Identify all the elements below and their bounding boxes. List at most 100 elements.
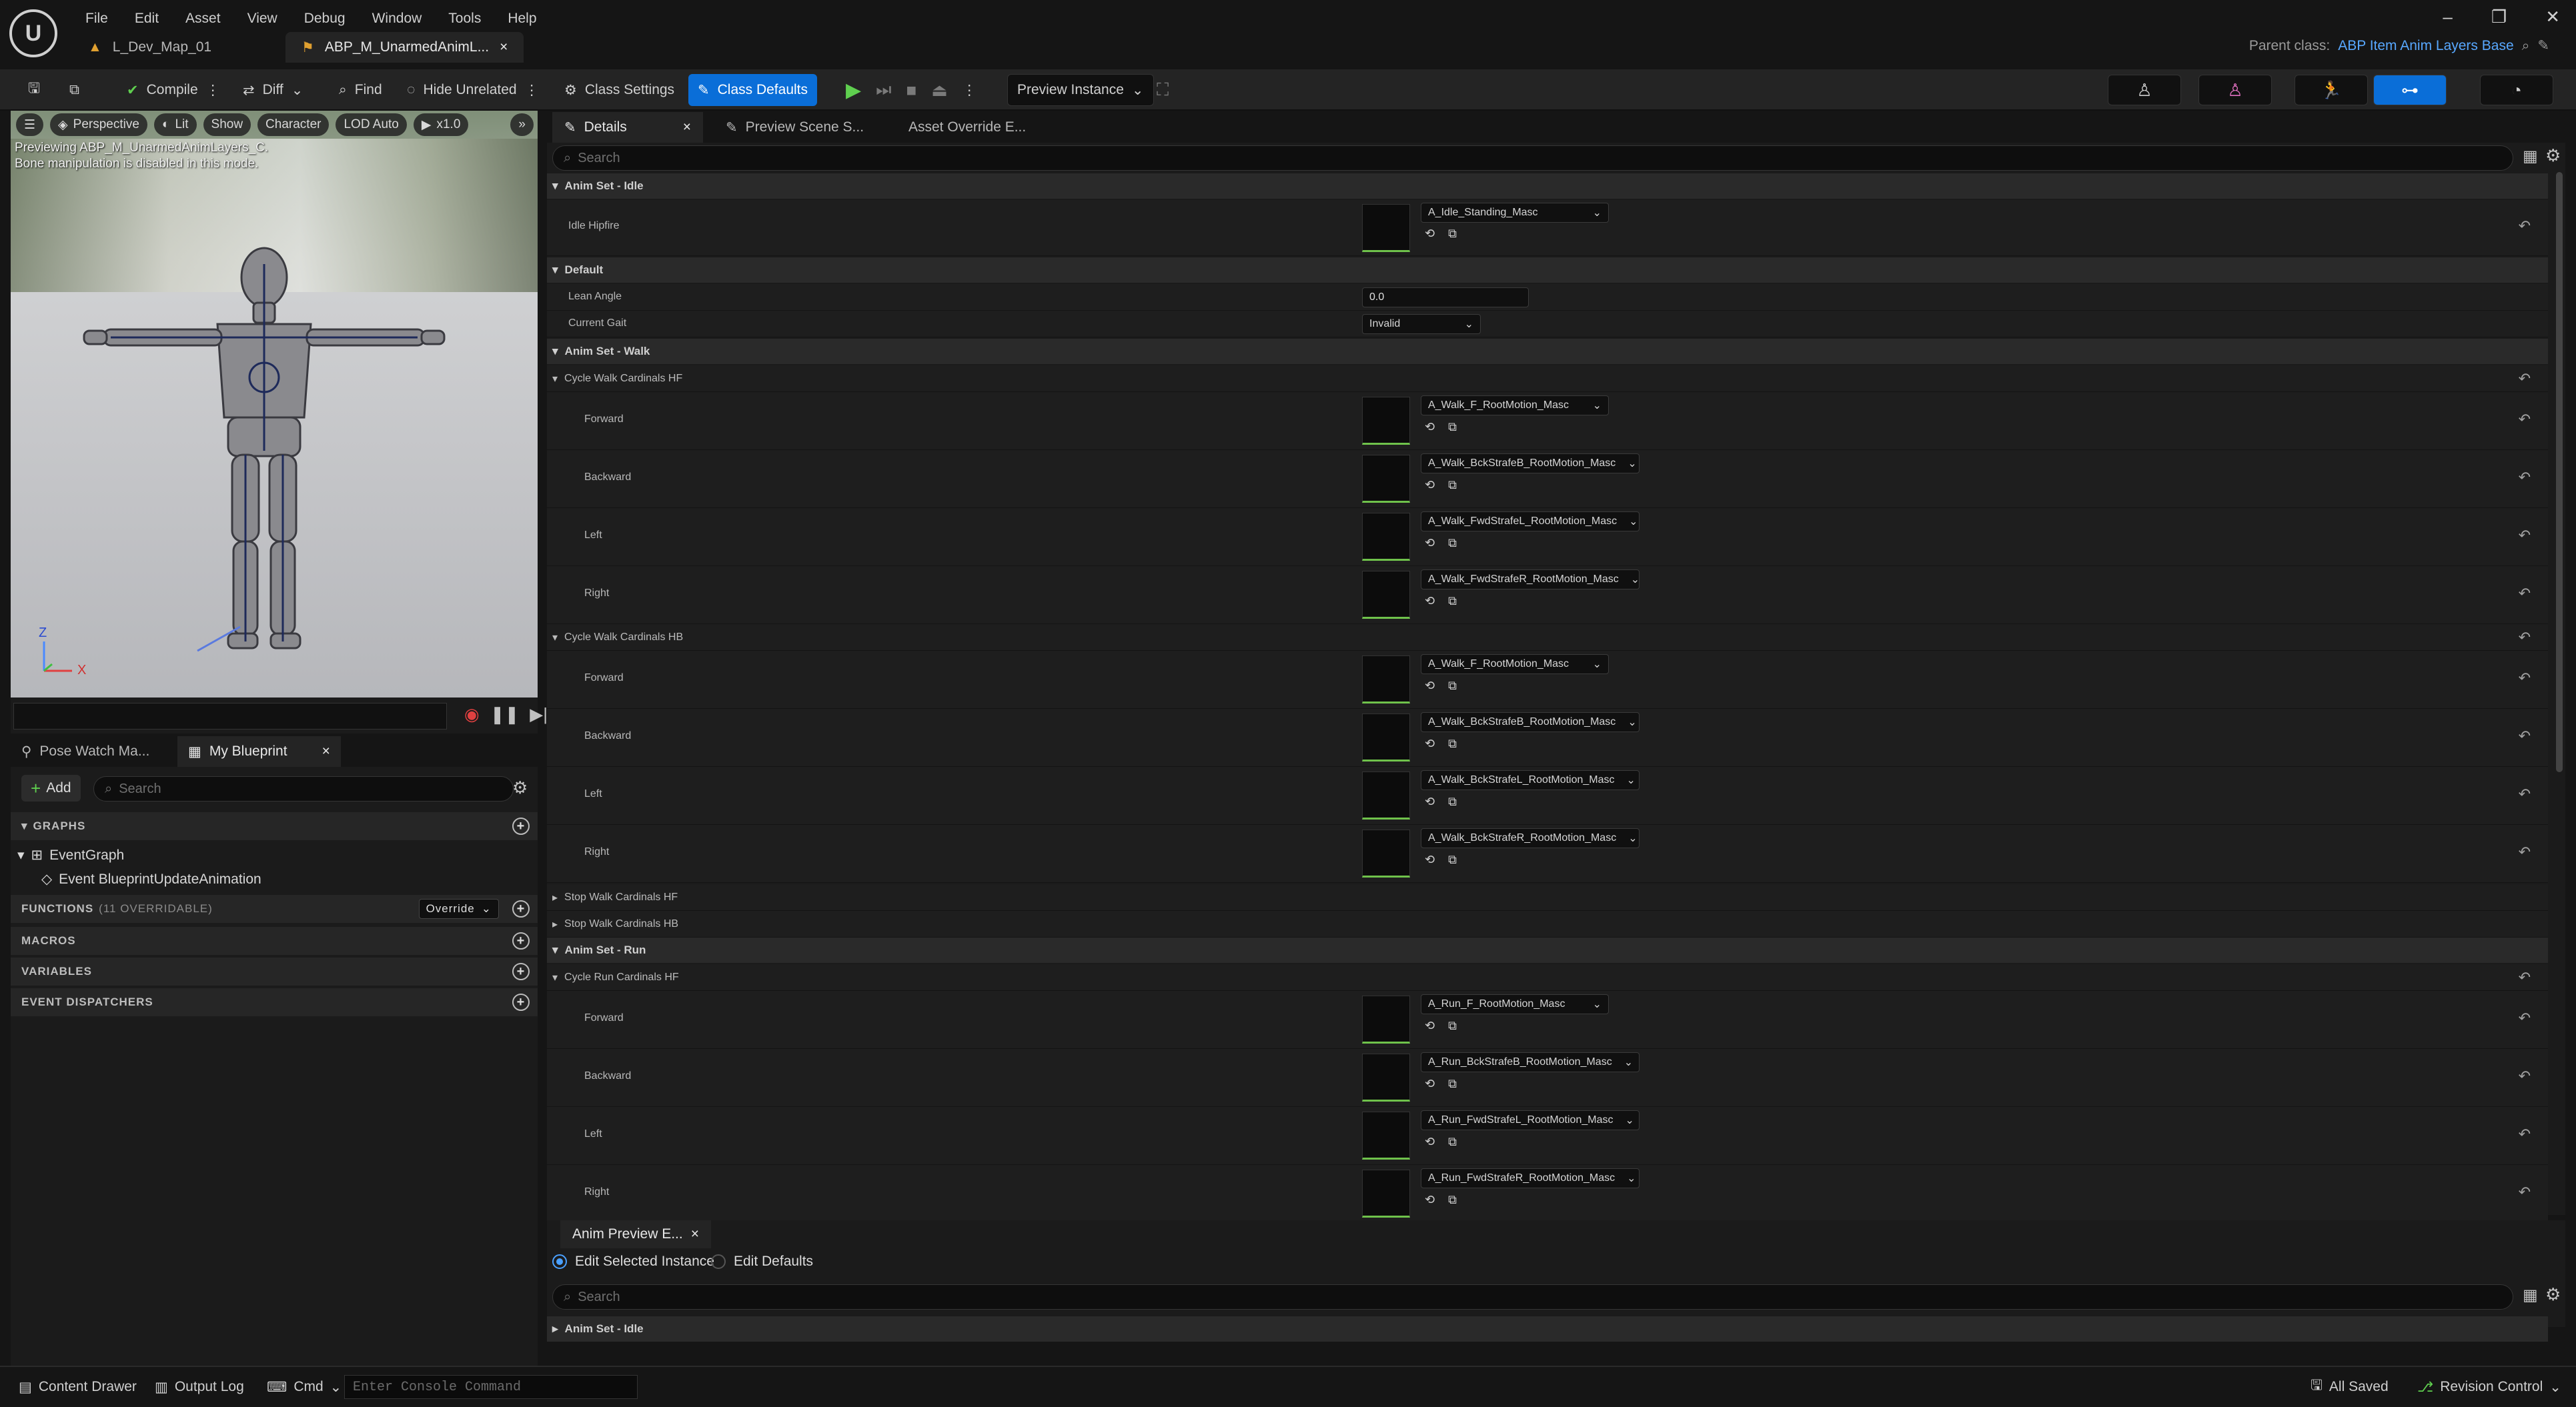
browse-icon[interactable]: ⧉	[1448, 1193, 1457, 1207]
perspective-button[interactable]: ◈ Perspective	[50, 113, 147, 136]
anim-thumbnail[interactable]	[1362, 996, 1410, 1044]
pause-icon[interactable]: ❚❚	[490, 704, 520, 725]
reset-icon[interactable]: ↶	[2519, 411, 2531, 428]
use-selected-icon[interactable]: ⟲	[1425, 1019, 1435, 1033]
reset-icon[interactable]: ↶	[2519, 217, 2531, 235]
add-dispatcher-icon[interactable]: +	[512, 994, 530, 1011]
table-view-icon[interactable]: ▦	[2523, 1286, 2538, 1305]
use-selected-icon[interactable]: ⟲	[1425, 1135, 1435, 1149]
edit-defaults-radio[interactable]: Edit Defaults	[711, 1254, 813, 1270]
lean-angle-input[interactable]: 0.0	[1362, 287, 1529, 307]
close-window-icon[interactable]: ✕	[2545, 7, 2560, 27]
group-stop-walk-hf[interactable]: ▸ Stop Walk Cardinals HF	[547, 884, 2548, 911]
close-icon[interactable]: ×	[500, 39, 508, 55]
event-blueprint-update-item[interactable]: ◇ Event BlueprintUpdateAnimation	[41, 871, 261, 888]
current-gait-dropdown[interactable]: Invalid ⌄	[1362, 314, 1481, 334]
browse-icon[interactable]: ⧉	[1448, 737, 1457, 751]
browse-icon[interactable]: ⧉	[1448, 594, 1457, 608]
menu-tools[interactable]: Tools	[435, 8, 494, 29]
anim-thumbnail[interactable]	[1362, 772, 1410, 820]
reset-icon[interactable]: ↶	[2519, 669, 2531, 687]
browse-icon[interactable]: ⧉	[1448, 1135, 1457, 1149]
add-function-icon[interactable]: +	[512, 900, 530, 918]
reset-icon[interactable]: ↶	[2519, 1010, 2531, 1027]
close-icon[interactable]: ×	[683, 119, 691, 135]
category-default[interactable]: ▾ Default	[547, 257, 2548, 283]
browse-icon[interactable]: ⧉	[1448, 1077, 1457, 1091]
category-anim-set-idle[interactable]: ▾ Anim Set - Idle	[547, 173, 2548, 199]
override-dropdown[interactable]: Override ⌄	[418, 899, 499, 919]
find-button[interactable]: ⌕ Find	[330, 74, 392, 106]
reset-icon[interactable]: ↶	[2519, 527, 2531, 544]
group-cycle-walk-hb[interactable]: ▾ Cycle Walk Cardinals HB ↶	[547, 624, 2548, 651]
add-button[interactable]: + Add	[21, 775, 81, 802]
asset-picker-dropdown[interactable]: A_Run_FwdStrafeR_RootMotion_Masc ⌄	[1421, 1168, 1640, 1188]
asset-picker-dropdown[interactable]: A_Walk_BckStrafeB_RootMotion_Masc ⌄	[1421, 712, 1640, 732]
gear-icon[interactable]: ⚙	[512, 778, 528, 798]
reset-icon[interactable]: ↶	[2519, 585, 2531, 602]
details-search-input[interactable]: ⌕ Search	[552, 145, 2513, 171]
asset-picker-dropdown[interactable]: A_Run_F_RootMotion_Masc ⌄	[1421, 994, 1609, 1014]
reset-icon[interactable]: ↶	[2519, 1126, 2531, 1143]
reset-icon[interactable]: ↶	[2519, 786, 2531, 803]
details-scrollbar[interactable]	[2556, 172, 2563, 772]
anim-thumbnail[interactable]	[1362, 571, 1410, 619]
stop-icon[interactable]: ■	[906, 80, 916, 101]
mannequin-model[interactable]	[77, 224, 451, 691]
asset-picker-dropdown[interactable]: A_Walk_BckStrafeR_RootMotion_Masc ⌄	[1421, 828, 1640, 848]
anim-thumbnail[interactable]	[1362, 830, 1410, 878]
asset-picker-dropdown[interactable]: A_Idle_Standing_Masc ⌄	[1421, 203, 1609, 223]
use-selected-icon[interactable]: ⟲	[1425, 795, 1435, 809]
use-selected-icon[interactable]: ⟲	[1425, 737, 1435, 751]
category-anim-set-run[interactable]: ▾ Anim Set - Run	[547, 938, 2548, 963]
anim-thumbnail[interactable]	[1362, 714, 1410, 762]
tab-pose-watch[interactable]: ⚲ Pose Watch Ma...	[11, 736, 160, 767]
asset-picker-dropdown[interactable]: A_Walk_FwdStrafeL_RootMotion_Masc ⌄	[1421, 511, 1640, 531]
browse-icon[interactable]: ⧉	[1448, 227, 1457, 241]
section-graphs[interactable]: ▾ GRAPHS +	[11, 812, 538, 840]
parent-class-link[interactable]: ABP Item Anim Layers Base	[2338, 38, 2513, 54]
asset-picker-dropdown[interactable]: A_Walk_FwdStrafeR_RootMotion_Masc ⌄	[1421, 569, 1640, 589]
use-selected-icon[interactable]: ⟲	[1425, 227, 1435, 241]
output-log-button[interactable]: ▥ Output Log	[145, 1372, 253, 1402]
class-settings-button[interactable]: ⚙ Class Settings	[555, 74, 684, 106]
asset-picker-dropdown[interactable]: A_Run_BckStrafeB_RootMotion_Masc ⌄	[1421, 1052, 1640, 1072]
all-saved-button[interactable]: 🖫 All Saved	[2301, 1372, 2398, 1402]
blueprint-search-input[interactable]: ⌕ Search	[93, 776, 514, 802]
character-button[interactable]: Character	[257, 113, 330, 136]
step-forward-icon[interactable]: ▶|	[530, 704, 548, 725]
debug-filter-button[interactable]: ⛶	[1147, 74, 1178, 106]
diff-button[interactable]: ⇄ Diff ⌄	[233, 74, 312, 106]
viewport-menu-button[interactable]: ☰	[16, 113, 44, 136]
section-macros[interactable]: MACROS +	[11, 927, 538, 955]
add-variable-icon[interactable]: +	[512, 963, 530, 980]
asset-picker-dropdown[interactable]: A_Walk_F_RootMotion_Masc ⌄	[1421, 654, 1609, 674]
tab-asset-override[interactable]: Asset Override E...	[896, 112, 1038, 143]
gear-icon[interactable]: ⚙	[2545, 1284, 2561, 1305]
viewport[interactable]: ☰ ◈ Perspective ◐ Lit Show Character LOD A…	[11, 111, 538, 697]
search-icon[interactable]: ⌕	[2522, 38, 2530, 54]
step-icon[interactable]: ⏭	[876, 79, 891, 101]
section-event-dispatchers[interactable]: EVENT DISPATCHERS +	[11, 988, 538, 1016]
speed-button[interactable]: ▶ x1.0	[413, 113, 469, 136]
tab-preview-scene[interactable]: ✎ Preview Scene S...	[714, 112, 876, 143]
reset-icon[interactable]: ↶	[2519, 370, 2531, 387]
compile-button[interactable]: ✔ Compile ⋮	[117, 74, 229, 106]
unreal-logo-icon[interactable]: U	[9, 9, 57, 57]
menu-asset[interactable]: Asset	[172, 8, 234, 29]
browse-icon[interactable]: ⧉	[1448, 853, 1457, 867]
use-selected-icon[interactable]: ⟲	[1425, 420, 1435, 434]
class-defaults-button[interactable]: ✎ Class Defaults	[688, 74, 817, 106]
anim-thumbnail[interactable]	[1362, 397, 1410, 445]
blueprint-mode-button[interactable]: ⊶	[2373, 75, 2447, 105]
reset-icon[interactable]: ↶	[2519, 1068, 2531, 1085]
save-button[interactable]: 🖫	[19, 74, 49, 106]
content-drawer-button[interactable]: ▤ Content Drawer	[9, 1372, 146, 1402]
reset-icon[interactable]: ↶	[2519, 629, 2531, 646]
cmd-dropdown[interactable]: ⌨ Cmd ⌄	[257, 1372, 351, 1402]
add-graph-icon[interactable]: +	[512, 818, 530, 835]
browse-icon[interactable]: ⧉	[1448, 1019, 1457, 1033]
use-selected-icon[interactable]: ⟲	[1425, 1193, 1435, 1207]
menu-edit[interactable]: Edit	[121, 8, 172, 29]
group-cycle-run-hf[interactable]: ▾ Cycle Run Cardinals HF ↶	[547, 964, 2548, 991]
